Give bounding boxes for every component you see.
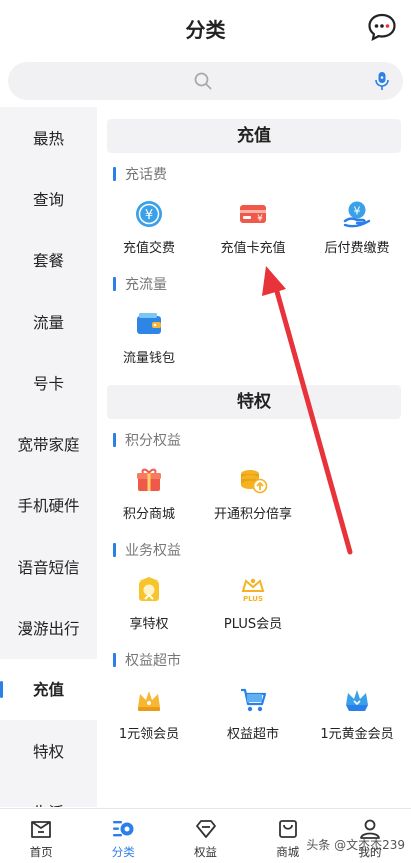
grid-item[interactable]: 权益超市 [201, 677, 305, 749]
group-title: 业务权益 [113, 539, 411, 561]
sidebar-item[interactable]: 流量 [0, 291, 97, 352]
grid-item[interactable]: 享特权 [97, 567, 201, 639]
coins-up-icon [238, 465, 268, 495]
category-sidebar: 最热查询套餐流量号卡宽带家庭手机硬件语音短信漫游出行充值特权生活 [0, 107, 97, 807]
grid-item[interactable]: 1元领会员 [97, 677, 201, 749]
plus-crown-icon: PLUS [238, 575, 268, 605]
yuan-coin-icon: ¥ [134, 199, 164, 229]
group-grid: 享特权 PLUS PLUS会员 [97, 567, 411, 639]
group-grid: 1元领会员 权益超市 1元黄金会员 [97, 677, 411, 749]
group-grid: 积分商城 开通积分倍享 [97, 457, 411, 529]
group-title: 充流量 [113, 273, 411, 295]
group-marker [113, 543, 116, 557]
tab-home[interactable]: 首页 [0, 809, 82, 863]
grid-item-label: PLUS会员 [223, 617, 283, 632]
category-content: 充值充话费 ¥ 充值交费 ¥ 充值卡充值 ¥ 后付费缴费充流量流量钱包特权积分权益积分商城 开… [97, 107, 411, 807]
grid-item[interactable]: 积分商城 [97, 457, 201, 529]
hand-coin-icon: ¥ [342, 199, 372, 229]
group-title: 积分权益 [113, 429, 411, 451]
sidebar-item[interactable]: 特权 [0, 720, 97, 781]
grid-item-label: 1元黄金会员 [320, 727, 394, 742]
grid-item-label: 积分商城 [122, 507, 175, 522]
tab-label: 分类 [111, 845, 135, 859]
shop-bag-icon [276, 817, 300, 841]
grid-item-label: 享特权 [129, 617, 169, 632]
grid-item-label: 权益超市 [226, 727, 279, 742]
search-bar[interactable] [8, 62, 403, 100]
sidebar-item[interactable]: 语音短信 [0, 536, 97, 597]
svg-text:¥: ¥ [145, 208, 153, 223]
sidebar-item[interactable]: 号卡 [0, 352, 97, 413]
grid-item-label: 1元领会员 [118, 727, 180, 742]
grid-item-label: 流量钱包 [122, 351, 175, 366]
grid-item-label: 开通积分倍享 [213, 507, 292, 522]
group-marker [113, 167, 116, 181]
watermark-text: 头条 @文杰杰239 [306, 838, 405, 852]
tab-label: 首页 [29, 845, 53, 859]
home-icon [29, 817, 53, 841]
sidebar-item[interactable]: 漫游出行 [0, 597, 97, 658]
grid-item-label: 后付费缴费 [324, 241, 390, 256]
sidebar-item[interactable]: 生活 [0, 781, 97, 807]
gift-icon [134, 465, 164, 495]
group-label: 积分权益 [125, 433, 181, 449]
page-title: 分类 [185, 18, 226, 42]
grid-item[interactable]: ¥ 充值交费 [97, 191, 201, 263]
group-title: 权益超市 [113, 649, 411, 671]
grid-item[interactable]: ¥ 充值卡充值 [201, 191, 305, 263]
group-label: 充流量 [125, 277, 167, 293]
group-title: 充话费 [113, 163, 411, 185]
category-icon [111, 817, 135, 841]
grid-item[interactable]: ¥ 后付费缴费 [305, 191, 409, 263]
blue-crown-icon [342, 685, 372, 715]
group-grid: 流量钱包 [97, 301, 411, 373]
group-marker [113, 433, 116, 447]
grid-item[interactable]: 流量钱包 [97, 301, 201, 373]
group-label: 权益超市 [125, 653, 181, 669]
group-label: 业务权益 [125, 543, 181, 559]
message-icon[interactable] [367, 12, 397, 42]
search-icon [194, 72, 212, 90]
tab-label: 权益 [194, 845, 217, 859]
diamond-icon [194, 817, 218, 841]
cart-icon [238, 685, 268, 715]
sidebar-item[interactable]: 充值 [0, 658, 97, 720]
microphone-icon[interactable] [371, 70, 393, 92]
sidebar-item[interactable]: 最热 [0, 107, 97, 168]
sidebar-item[interactable]: 套餐 [0, 230, 97, 291]
grid-item[interactable]: PLUS PLUS会员 [201, 567, 305, 639]
svg-text:PLUS: PLUS [243, 595, 263, 603]
grid-item[interactable]: 1元黄金会员 [305, 677, 409, 749]
sidebar-item[interactable]: 宽带家庭 [0, 413, 97, 474]
wallet-icon [134, 309, 164, 339]
app-header: 分类 [0, 0, 411, 56]
tab-diamond[interactable]: 权益 [164, 809, 246, 863]
section-title: 充值 [107, 119, 401, 153]
grid-item[interactable]: 开通积分倍享 [201, 457, 305, 529]
svg-text:¥: ¥ [257, 214, 263, 224]
sidebar-item[interactable]: 查询 [0, 168, 97, 229]
group-label: 充话费 [125, 167, 167, 183]
vip-badge-icon [134, 575, 164, 605]
grid-item-label: 充值交费 [122, 241, 175, 256]
group-marker [113, 653, 116, 667]
crown-icon [134, 685, 164, 715]
tab-category[interactable]: 分类 [82, 809, 164, 863]
group-grid: ¥ 充值交费 ¥ 充值卡充值 ¥ 后付费缴费 [97, 191, 411, 263]
sidebar-item[interactable]: 手机硬件 [0, 475, 97, 536]
svg-text:¥: ¥ [354, 205, 361, 218]
section-title: 特权 [107, 385, 401, 419]
recharge-card-icon: ¥ [238, 199, 268, 229]
group-marker [113, 277, 116, 291]
grid-item-label: 充值卡充值 [220, 241, 286, 256]
